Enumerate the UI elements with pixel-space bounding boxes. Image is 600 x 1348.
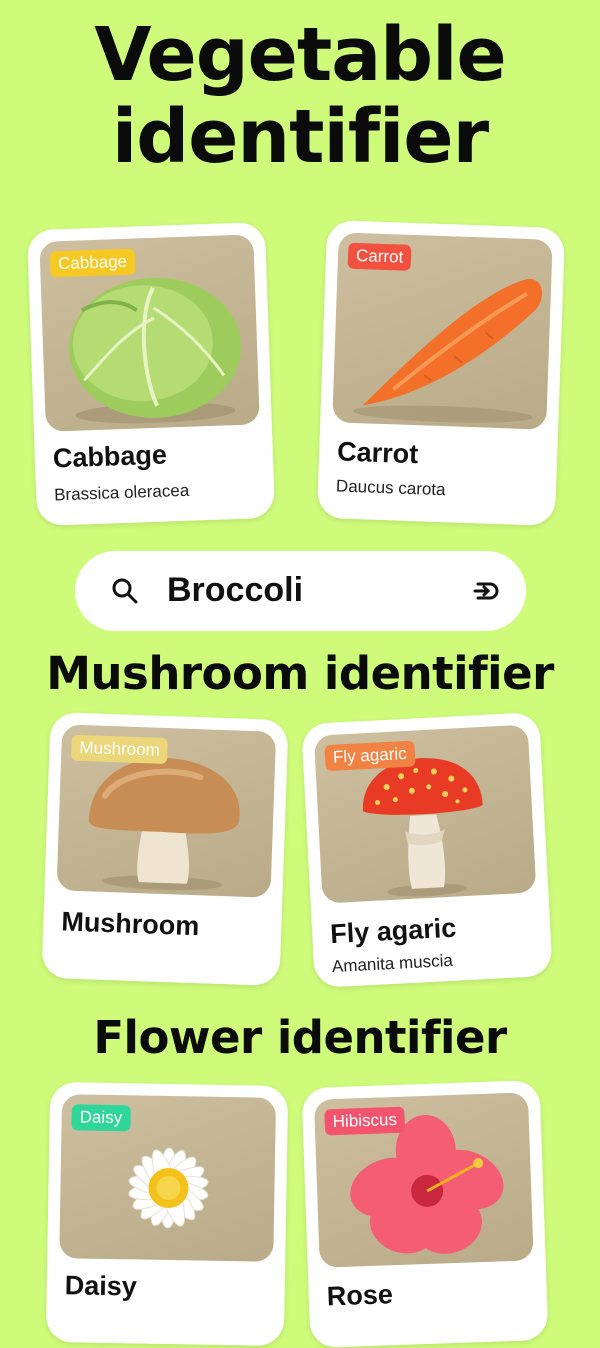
search-input[interactable]: Broccoli bbox=[167, 571, 303, 610]
carrot-photo: Carrot bbox=[332, 232, 553, 430]
flower-identifier-title: Flower identifier bbox=[93, 1011, 507, 1064]
carrot-name: Carrot bbox=[336, 436, 419, 470]
fly-agaric-card[interactable]: Fly agaric Fly agaric Amanita muscia bbox=[301, 711, 553, 989]
carrot-scientific-name: Daucus carota bbox=[335, 476, 446, 500]
hibiscus-photo: Hibiscus bbox=[313, 1092, 534, 1268]
title-line-2: identifier bbox=[111, 94, 489, 180]
cabbage-tag: Cabbage bbox=[49, 248, 136, 278]
mushroom-tag: Mushroom bbox=[71, 734, 169, 765]
daisy-photo: Daisy bbox=[59, 1094, 277, 1262]
title-line-1: Vegetable bbox=[94, 12, 506, 98]
carrot-card[interactable]: Carrot Carrot Daucus carota bbox=[316, 219, 566, 527]
daisy-tag: Daisy bbox=[71, 1104, 131, 1132]
mushroom-identifier-title: Mushroom identifier bbox=[46, 647, 554, 700]
carrot-tag: Carrot bbox=[347, 242, 412, 271]
daisy-card[interactable]: Daisy Daisy bbox=[45, 1081, 289, 1347]
hibiscus-name: Rose bbox=[326, 1279, 394, 1312]
hibiscus-tag: Hibiscus bbox=[324, 1106, 406, 1136]
hibiscus-card[interactable]: Hibiscus Rose bbox=[301, 1079, 549, 1348]
vegetable-identifier-title: Vegetable identifier bbox=[0, 14, 600, 178]
fly-agaric-name: Fly agaric bbox=[329, 912, 457, 950]
fly-agaric-scientific-name: Amanita muscia bbox=[331, 950, 454, 977]
cabbage-scientific-name: Brassica oleracea bbox=[53, 480, 190, 505]
cabbage-card[interactable]: Cabbage Cabbage Brassica oleracea bbox=[26, 221, 276, 527]
fly-agaric-tag: Fly agaric bbox=[324, 740, 416, 772]
mushroom-name: Mushroom bbox=[60, 906, 200, 942]
mushroom-card[interactable]: Mushroom Mushroom bbox=[41, 711, 289, 987]
search-bar[interactable]: Broccoli bbox=[75, 551, 526, 631]
fly-agaric-photo: Fly agaric bbox=[313, 724, 537, 904]
cabbage-photo: Cabbage bbox=[39, 234, 260, 432]
daisy-name: Daisy bbox=[64, 1270, 138, 1302]
enter-arrow-icon[interactable] bbox=[472, 577, 500, 605]
search-icon[interactable] bbox=[111, 577, 139, 605]
mushroom-photo: Mushroom bbox=[56, 724, 277, 898]
cabbage-name: Cabbage bbox=[52, 439, 168, 474]
